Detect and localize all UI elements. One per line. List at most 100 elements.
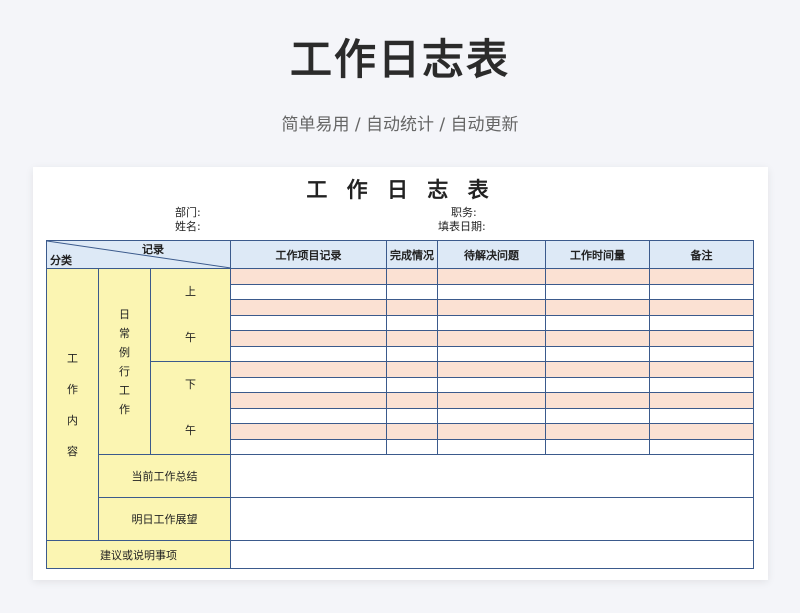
work-time-cell[interactable] [545,376,650,393]
work-item-cell[interactable] [230,330,387,347]
work-content-char: 工 [67,351,78,365]
completion-cell[interactable] [386,392,438,409]
current-summary-field[interactable] [230,454,754,498]
work-time-cell[interactable] [545,314,650,331]
work-time-cell[interactable] [545,423,650,440]
header-remarks: 备注 [649,240,754,269]
completion-cell[interactable] [386,423,438,440]
pending-issue-cell[interactable] [437,438,546,455]
sheet-title: 工 作 日 志 表 [306,178,495,202]
work-time-cell[interactable] [545,283,650,300]
corner-record-label: 记录 [142,243,164,256]
routine-char: 日 [119,307,130,321]
completion-cell[interactable] [386,407,438,424]
header-completion: 完成情况 [386,240,438,269]
corner-category-label: 分类 [50,254,72,267]
corner-header: 记录 分类 [46,240,231,269]
remarks-cell[interactable] [649,423,754,440]
remarks-cell[interactable] [649,299,754,316]
work-item-cell[interactable] [230,268,387,285]
work-content-char: 内 [67,413,78,427]
work-item-cell[interactable] [230,392,387,409]
tomorrow-outlook-label: 明日工作展望 [98,497,231,541]
remarks-cell[interactable] [649,330,754,347]
work-time-cell[interactable] [545,345,650,362]
pending-issue-cell[interactable] [437,407,546,424]
work-item-cell[interactable] [230,345,387,362]
pending-issue-cell[interactable] [437,392,546,409]
pending-issue-cell[interactable] [437,376,546,393]
pending-issue-cell[interactable] [437,299,546,316]
pending-issue-cell[interactable] [437,314,546,331]
work-item-cell[interactable] [230,299,387,316]
routine-char: 例 [119,345,130,359]
morning-category: 上 午 [150,268,231,362]
header-pending-issues: 待解决问题 [437,240,546,269]
work-item-cell[interactable] [230,361,387,378]
work-time-cell[interactable] [545,392,650,409]
morning-char: 午 [185,331,196,344]
completion-cell[interactable] [386,438,438,455]
position-label: 职务: [451,206,477,219]
completion-cell[interactable] [386,361,438,378]
remarks-cell[interactable] [649,283,754,300]
work-time-cell[interactable] [545,330,650,347]
remarks-cell[interactable] [649,314,754,331]
date-label: 填表日期: [438,220,486,233]
work-content-char: 作 [67,382,78,396]
work-time-cell[interactable] [545,268,650,285]
morning-char: 上 [185,285,196,298]
work-content-category: 工 作 内 容 [46,268,99,541]
suggestions-field[interactable] [230,540,754,569]
completion-cell[interactable] [386,330,438,347]
pending-issue-cell[interactable] [437,361,546,378]
afternoon-char: 下 [185,378,196,391]
remarks-cell[interactable] [649,407,754,424]
completion-cell[interactable] [386,376,438,393]
worklog-sheet: 工 作 日 志 表 部门: 姓名: 职务: 填表日期: 记录 分类 工作项目记录… [33,167,768,580]
suggestions-label: 建议或说明事项 [46,540,231,569]
name-label: 姓名: [175,220,201,233]
tomorrow-outlook-field[interactable] [230,497,754,541]
diagonal-line [47,241,230,268]
remarks-cell[interactable] [649,345,754,362]
afternoon-category: 下 午 [150,361,231,455]
page-title: 工作日志表 [289,35,510,84]
completion-cell[interactable] [386,283,438,300]
work-item-cell[interactable] [230,283,387,300]
remarks-cell[interactable] [649,361,754,378]
remarks-cell[interactable] [649,268,754,285]
department-label: 部门: [175,206,201,219]
routine-char: 常 [119,326,130,340]
pending-issue-cell[interactable] [437,268,546,285]
remarks-cell[interactable] [649,376,754,393]
page-subtitle: 简单易用 / 自动统计 / 自动更新 [281,115,519,135]
pending-issue-cell[interactable] [437,330,546,347]
pending-issue-cell[interactable] [437,423,546,440]
remarks-cell[interactable] [649,392,754,409]
remarks-cell[interactable] [649,438,754,455]
work-item-cell[interactable] [230,423,387,440]
routine-char: 工 [119,383,130,397]
completion-cell[interactable] [386,345,438,362]
completion-cell[interactable] [386,314,438,331]
worklog-table: 记录 分类 工作项目记录 完成情况 待解决问题 工作时间量 备注 工 作 内 容 [46,240,754,569]
routine-char: 行 [119,364,130,378]
table-row: 工 作 内 容 日 常 例 行 工 作 上 午 [46,268,754,541]
completion-cell[interactable] [386,268,438,285]
completion-cell[interactable] [386,299,438,316]
current-summary-label: 当前工作总结 [98,454,231,498]
pending-issue-cell[interactable] [437,345,546,362]
table-row: 下 午 [47,361,754,455]
routine-char: 作 [119,402,130,416]
pending-issue-cell[interactable] [437,283,546,300]
work-time-cell[interactable] [545,299,650,316]
work-time-cell[interactable] [545,438,650,455]
work-item-cell[interactable] [230,314,387,331]
work-item-cell[interactable] [230,376,387,393]
work-item-cell[interactable] [230,407,387,424]
work-content-char: 容 [67,444,78,458]
work-time-cell[interactable] [545,407,650,424]
work-item-cell[interactable] [230,438,387,455]
work-time-cell[interactable] [545,361,650,378]
